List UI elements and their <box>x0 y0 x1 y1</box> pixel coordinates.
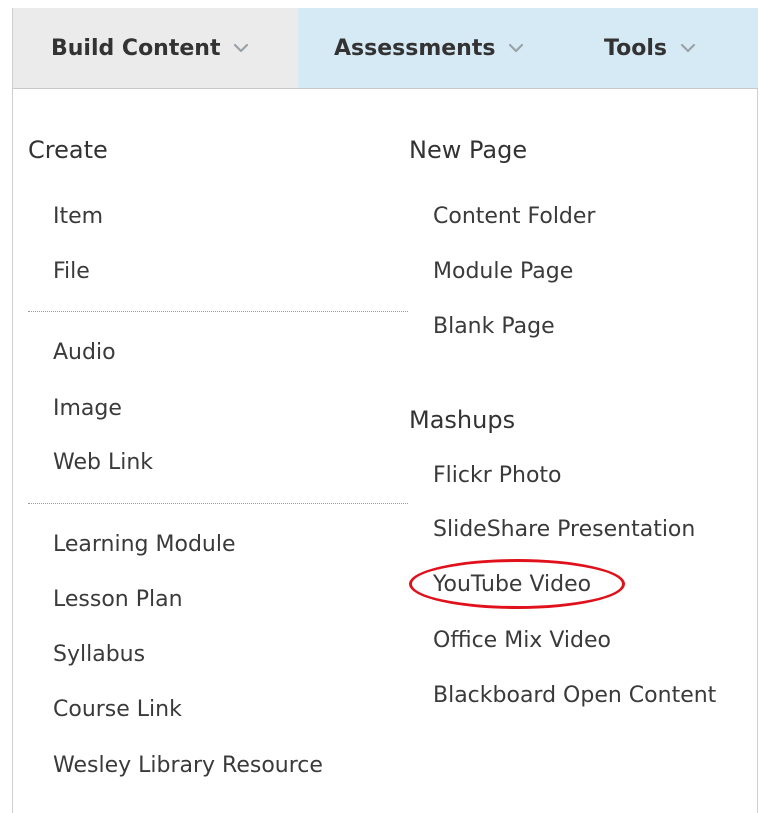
menu-item-lesson-plan[interactable]: Lesson Plan <box>53 587 183 612</box>
menu-item-web-link[interactable]: Web Link <box>53 450 153 475</box>
tab-label: Tools <box>604 35 667 61</box>
tab-tools[interactable]: Tools <box>576 8 758 88</box>
course-toolbar: Build Content Assessments Tools <box>13 8 758 89</box>
divider <box>28 503 408 504</box>
menu-item-image[interactable]: Image <box>53 396 122 421</box>
menu-item-learning-module[interactable]: Learning Module <box>53 532 236 557</box>
tab-label: Build Content <box>51 35 221 61</box>
menu-item-audio[interactable]: Audio <box>53 340 116 365</box>
mashups-heading: Mashups <box>409 406 516 434</box>
menu-item-course-link[interactable]: Course Link <box>53 697 182 722</box>
menu-item-module-page[interactable]: Module Page <box>433 259 573 284</box>
menu-item-content-folder[interactable]: Content Folder <box>433 204 595 229</box>
tab-build-content[interactable]: Build Content <box>13 8 298 88</box>
create-heading: Create <box>28 136 108 164</box>
tab-label: Assessments <box>334 35 496 61</box>
chevron-down-icon <box>509 43 524 53</box>
menu-item-item[interactable]: Item <box>53 204 103 229</box>
menu-item-blank-page[interactable]: Blank Page <box>433 314 555 339</box>
menu-item-office-mix-video[interactable]: Office Mix Video <box>433 628 611 653</box>
menu-item-youtube-video[interactable]: YouTube Video <box>433 572 591 597</box>
divider <box>28 311 408 312</box>
menu-item-file[interactable]: File <box>53 259 90 284</box>
build-content-menu-panel: Build Content Assessments Tools Create I… <box>12 8 758 813</box>
new-page-heading: New Page <box>409 136 528 164</box>
menu-item-slideshare-presentation[interactable]: SlideShare Presentation <box>433 517 695 542</box>
menu-item-blackboard-open-content[interactable]: Blackboard Open Content <box>433 683 716 708</box>
menu-item-syllabus[interactable]: Syllabus <box>53 642 145 667</box>
menu-item-wesley-library-resource[interactable]: Wesley Library Resource <box>53 753 323 778</box>
menu-item-flickr-photo[interactable]: Flickr Photo <box>433 463 562 488</box>
tab-assessments[interactable]: Assessments <box>298 8 576 88</box>
chevron-down-icon <box>680 43 696 53</box>
chevron-down-icon <box>234 43 249 53</box>
